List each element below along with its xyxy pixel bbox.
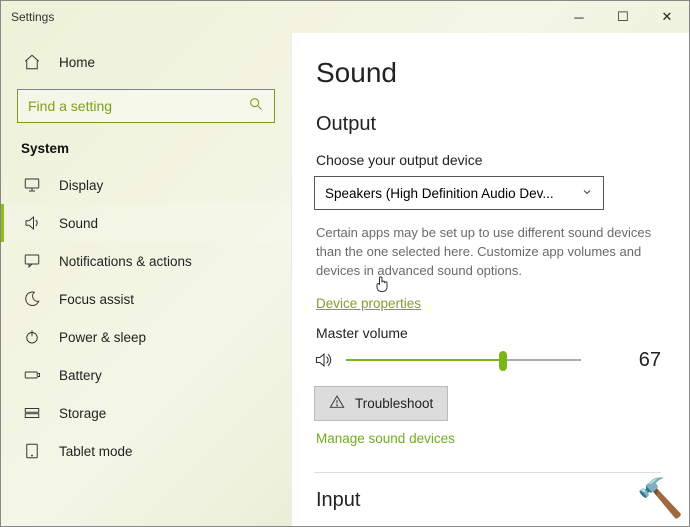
monitor-icon xyxy=(23,176,41,194)
sidebar-item-sound[interactable]: Sound xyxy=(1,204,291,242)
tablet-icon xyxy=(23,442,41,460)
speaker-icon xyxy=(23,214,41,232)
troubleshoot-label: Troubleshoot xyxy=(355,396,433,411)
sidebar-item-label: Display xyxy=(59,178,103,193)
close-button[interactable]: ✕ xyxy=(645,1,689,33)
storage-icon xyxy=(23,404,41,422)
sidebar: Home System Display xyxy=(1,33,291,526)
sidebar-item-display[interactable]: Display xyxy=(1,166,291,204)
sidebar-item-storage[interactable]: Storage xyxy=(1,394,291,432)
master-volume-row: 67 xyxy=(314,349,661,372)
sidebar-item-battery[interactable]: Battery xyxy=(1,356,291,394)
search-input[interactable] xyxy=(17,89,275,123)
sidebar-item-label: Focus assist xyxy=(59,292,134,307)
search-field[interactable] xyxy=(28,98,248,114)
power-icon xyxy=(23,328,41,346)
minimize-button[interactable]: ─ xyxy=(557,1,601,33)
input-heading: Input xyxy=(316,489,661,512)
search-icon xyxy=(248,96,264,117)
manage-sound-devices-link[interactable]: Manage sound devices xyxy=(316,431,455,446)
sidebar-home[interactable]: Home xyxy=(1,43,291,81)
volume-value: 67 xyxy=(639,349,661,372)
home-icon xyxy=(23,53,41,71)
chat-icon xyxy=(23,252,41,270)
sidebar-item-focus-assist[interactable]: Focus assist xyxy=(1,280,291,318)
section-divider xyxy=(314,472,661,473)
dropdown-value: Speakers (High Definition Audio Dev... xyxy=(325,186,554,201)
troubleshoot-button[interactable]: Troubleshoot xyxy=(314,386,448,421)
window-controls: ─ ☐ ✕ xyxy=(557,1,689,33)
volume-slider[interactable] xyxy=(346,359,581,361)
output-description: Certain apps may be set up to use differ… xyxy=(316,224,659,281)
moon-icon xyxy=(23,290,41,308)
sidebar-item-label: Power & sleep xyxy=(59,330,146,345)
sidebar-item-power-sleep[interactable]: Power & sleep xyxy=(1,318,291,356)
maximize-button[interactable]: ☐ xyxy=(601,1,645,33)
main-panel: Sound Output Choose your output device S… xyxy=(291,33,689,526)
chevron-down-icon xyxy=(581,186,593,201)
sidebar-home-label: Home xyxy=(59,55,95,70)
sidebar-item-label: Storage xyxy=(59,406,106,421)
output-device-dropdown[interactable]: Speakers (High Definition Audio Dev... xyxy=(314,176,604,210)
sidebar-item-label: Sound xyxy=(59,216,98,231)
sidebar-section-header: System xyxy=(1,135,291,166)
sidebar-item-label: Tablet mode xyxy=(59,444,133,459)
warning-icon xyxy=(329,394,345,413)
sidebar-item-label: Notifications & actions xyxy=(59,254,192,269)
volume-icon[interactable] xyxy=(314,350,334,370)
page-title: Sound xyxy=(316,57,661,89)
window-title: Settings xyxy=(11,10,557,24)
output-heading: Output xyxy=(316,113,661,136)
device-properties-link[interactable]: Device properties xyxy=(316,296,421,311)
titlebar: Settings ─ ☐ ✕ xyxy=(1,1,689,33)
output-choose-label: Choose your output device xyxy=(316,152,661,168)
master-volume-label: Master volume xyxy=(316,325,661,341)
battery-icon xyxy=(23,366,41,384)
sidebar-item-tablet-mode[interactable]: Tablet mode xyxy=(1,432,291,470)
sidebar-item-notifications[interactable]: Notifications & actions xyxy=(1,242,291,280)
sidebar-item-label: Battery xyxy=(59,368,102,383)
settings-window: Settings ─ ☐ ✕ Home xyxy=(0,0,690,527)
